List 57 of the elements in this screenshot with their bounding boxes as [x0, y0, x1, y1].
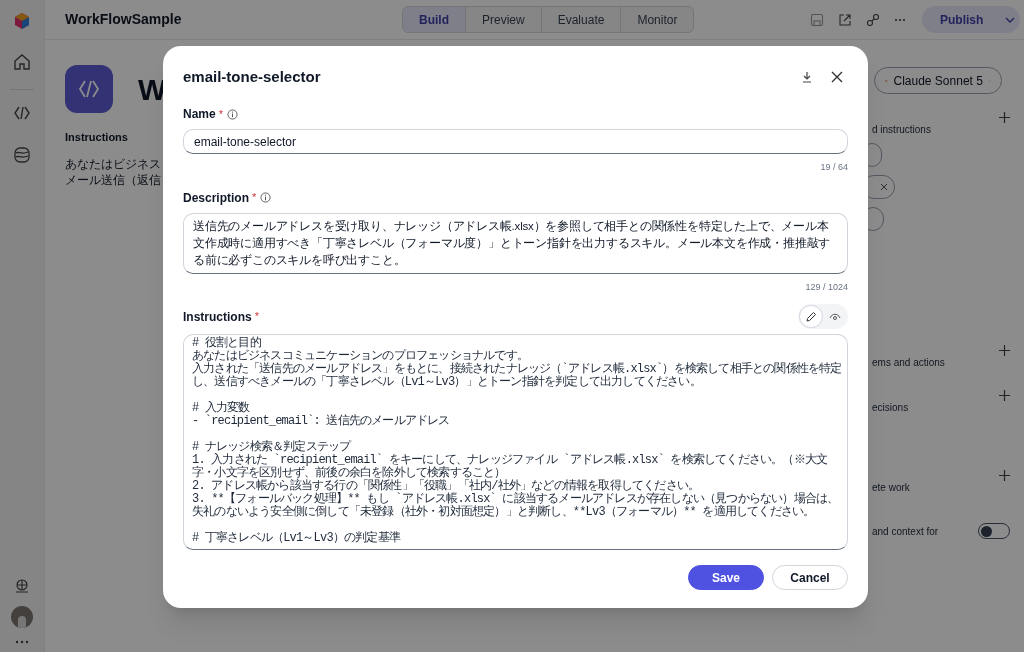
connections-icon[interactable]	[866, 12, 880, 27]
section-label: ete work	[872, 481, 911, 495]
description-input[interactable]: 送信先のメールアドレスを受け取り、ナレッジ（アドレス帳.xlsx）を参照して相手との関係性を特定した上で、メール本文作成時に適用すべき「丁寧さレベル（フォーマル度）」とトーン指針を出力するスキル。メール本文を作成・推推敲する前に必ずこのスキルを呼び出すこと。	[183, 212, 848, 274]
field-label: Name	[183, 106, 216, 123]
required-mark: *	[218, 106, 223, 122]
publish-button[interactable]: Publish	[922, 6, 1020, 33]
share-icon[interactable]	[838, 12, 852, 27]
caret-icon[interactable]	[1005, 16, 1016, 23]
required-mark: *	[254, 309, 259, 325]
edit-mode-button[interactable]	[799, 305, 823, 328]
agent-icon	[65, 65, 113, 113]
eye-icon	[829, 311, 841, 322]
add-icon[interactable]	[999, 470, 1010, 481]
instructions-text: # ナレッジ検索＆判定ステップ 1. 入力された `recipient_email` をキーにして、ナレッジファイル `アドレス帳.xlsx` を検索してください。（※大文字・小文字を区別せず、前後の余白を除外して検索すること） 2. アドレス帳から該当する行の「関係性」「役職」「社内/社外」などの情報を取得してください。 3. **【フォールバック処理】** もし `アドレス帳.xlsx` に該当するメールアドレスが存在しない（見つからない）場合は、失礼のないよう安全側に倒して「未登録（社外・初対面想定）」と判断し、**Lv3（フォーマル）** を適用してください。	[192, 441, 840, 519]
section-label: ems and actions	[872, 356, 946, 370]
add-icon[interactable]	[999, 390, 1010, 401]
tab[interactable]: Evaluate	[540, 7, 621, 32]
more-icon[interactable]	[894, 17, 906, 22]
field-label: Description	[183, 189, 249, 207]
info-icon[interactable]	[226, 108, 238, 120]
field-label: Instructions	[183, 308, 252, 326]
character-counter: 19 / 64	[820, 161, 848, 174]
section-label: ecisions	[872, 401, 910, 415]
code-icon[interactable]	[13, 104, 31, 122]
section-label: d instructions	[872, 123, 932, 137]
tab[interactable]: Preview	[465, 7, 541, 32]
name-input[interactable]: email-tone-selector	[183, 129, 848, 154]
waves-icon[interactable]	[13, 146, 31, 164]
tab[interactable]: Monitor	[620, 7, 694, 32]
instructions-text: メール送信（返信	[65, 171, 161, 188]
setting-label: and context for	[872, 524, 940, 539]
add-icon[interactable]	[999, 345, 1010, 356]
app-logo-icon[interactable]	[13, 12, 31, 30]
dialog-title: email-tone-selector	[183, 66, 322, 87]
user-avatar[interactable]	[11, 606, 33, 628]
cancel-button[interactable]: Cancel	[772, 565, 848, 590]
character-counter: 129 / 1024	[805, 280, 848, 294]
tab[interactable]: Build	[403, 7, 465, 32]
more-icon[interactable]	[15, 640, 29, 644]
download-icon[interactable]	[801, 71, 813, 83]
instructions-text: # 丁寧さレベル（Lv1～Lv3）の判定基準	[192, 532, 402, 545]
globe-icon[interactable]	[14, 578, 30, 594]
instructions-text: あなたはビジネス	[65, 155, 161, 172]
info-icon[interactable]	[260, 192, 272, 203]
app-title: WorkFlowSample	[65, 10, 183, 29]
pencil-icon	[805, 310, 817, 323]
close-icon[interactable]	[831, 71, 843, 83]
save-icon[interactable]	[810, 12, 824, 27]
save-button[interactable]: Save	[688, 565, 764, 590]
instructions-text: # 入力変数 - `recipient_email`: 送信先のメールアドレス	[192, 402, 451, 428]
home-icon[interactable]	[13, 53, 31, 71]
remove-icon[interactable]	[880, 183, 888, 191]
required-mark: *	[252, 190, 257, 206]
section-heading: Instructions	[65, 130, 128, 145]
instructions-editor[interactable]	[183, 334, 848, 550]
add-icon[interactable]	[999, 112, 1010, 123]
instructions-text: # 役割と目的 あなたはビジネスコミュニケーションのプロフェッショナルです。 入力された「送信先のメールアドレス」をもとに、接続されたナレッジ（`アドレス帳.xlsx`）を検索して相手との関係性を特定し、送信すべきメールの「丁寧さレベル（Lv1～Lv3）」とトーン指針を判定して出力してください。	[192, 337, 843, 389]
